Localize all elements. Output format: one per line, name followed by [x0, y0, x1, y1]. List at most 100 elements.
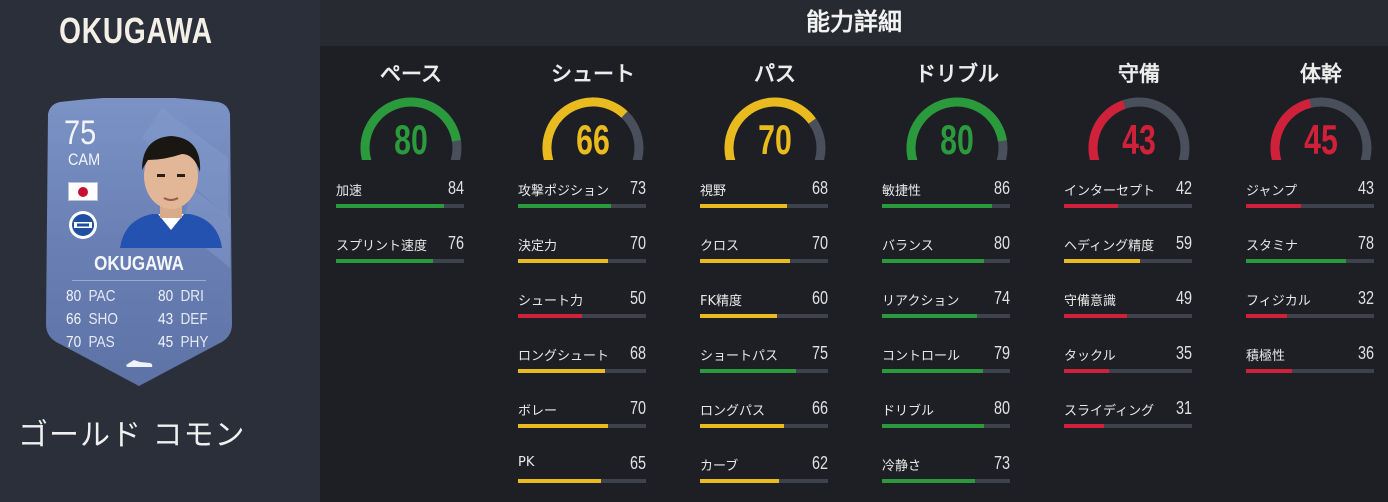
attribute-label: スタミナ	[1246, 239, 1299, 254]
category-title: ペース	[380, 62, 442, 86]
attribute-bar-track	[518, 479, 646, 483]
attribute-value: 79	[993, 343, 1010, 363]
attribute-label: ヘディング精度	[1064, 239, 1155, 254]
player-name: OKUGAWA	[59, 10, 213, 51]
attribute-bar-track	[882, 479, 1010, 483]
attribute-value: 68	[629, 343, 646, 363]
attribute-bar-track	[336, 259, 464, 263]
attribute-row: ロングパス 66	[700, 398, 830, 434]
attribute-value: 49	[1175, 288, 1192, 308]
attribute-row: クロス 70	[700, 233, 830, 269]
attribute-bar-fill	[882, 424, 985, 428]
attribute-value: 75	[811, 343, 828, 363]
attribute-bar-track	[1246, 314, 1374, 318]
category-value: 43	[1122, 116, 1156, 163]
card-position: CAM	[68, 150, 101, 169]
attribute-bar-fill	[336, 204, 444, 208]
attribute-bar-track	[700, 314, 828, 318]
category-title: ドリブル	[915, 62, 999, 86]
attribute-bar-fill	[518, 479, 602, 483]
attribute-bar-track	[1246, 369, 1374, 373]
attribute-value: 50	[629, 288, 646, 308]
attribute-value: 59	[1175, 233, 1192, 253]
attribute-row: コントロール 79	[882, 343, 1012, 379]
attribute-row: PK 65	[518, 453, 648, 489]
japan-flag-icon	[68, 182, 98, 201]
card-stat-sho: 66 SHO	[66, 311, 118, 328]
attribute-row: ボレー 70	[518, 398, 648, 434]
attribute-bar-fill	[700, 479, 780, 483]
attribute-bar-fill	[1064, 369, 1109, 373]
attribute-row: ロングシュート 68	[518, 343, 648, 379]
attribute-label: ロングパス	[700, 404, 766, 419]
attribute-bar-track	[882, 369, 1010, 373]
attribute-bar-track	[336, 204, 464, 208]
attribute-bar-fill	[882, 314, 977, 318]
category-title: 体幹	[1300, 62, 1342, 86]
attribute-bar-track	[700, 204, 828, 208]
category-value: 70	[758, 116, 792, 163]
attribute-label: 守備意識	[1064, 294, 1117, 309]
attribute-bar-fill	[882, 204, 993, 208]
attribute-value: 43	[1357, 178, 1374, 198]
player-portrait	[120, 136, 222, 248]
category-title: パス	[754, 62, 796, 86]
attribute-label: シュート力	[518, 294, 584, 309]
card-stat-phy: 45 PHY	[158, 334, 209, 351]
attribute-label: ジャンプ	[1246, 184, 1297, 199]
attribute-value: 42	[1175, 178, 1192, 198]
attribute-bar-fill	[700, 369, 796, 373]
attribute-value: 86	[993, 178, 1010, 198]
attribute-row: 視野 68	[700, 178, 830, 214]
attribute-bar-fill	[518, 259, 608, 263]
attribute-value: 68	[811, 178, 828, 198]
attribute-label: 敏捷性	[882, 184, 922, 199]
attribute-label: カーブ	[700, 459, 739, 474]
card-divider	[72, 280, 206, 281]
attribute-row: シュート力 50	[518, 288, 648, 324]
attribute-row: スプリント速度 76	[336, 233, 466, 269]
attribute-label: ロングシュート	[518, 349, 610, 364]
attribute-label: タックル	[1064, 349, 1116, 364]
attribute-bar-fill	[518, 424, 608, 428]
attribute-value: 74	[993, 288, 1010, 308]
attribute-bar-track	[518, 369, 646, 373]
attribute-row: インターセプト 42	[1064, 178, 1194, 214]
attribute-bar-track	[882, 314, 1010, 318]
attribute-bar-track	[700, 424, 828, 428]
attribute-bar-fill	[700, 314, 777, 318]
attribute-row: バランス 80	[882, 233, 1012, 269]
attribute-row: ジャンプ 43	[1246, 178, 1376, 214]
attribute-label: ショートパス	[700, 349, 779, 364]
attribute-value: 32	[1357, 288, 1374, 308]
category-value: 66	[576, 116, 610, 163]
card-rarity: ゴールド コモン	[18, 418, 246, 453]
attribute-bar-track	[1064, 424, 1192, 428]
attribute-row: 攻撃ポジション 73	[518, 178, 648, 214]
attribute-bar-fill	[1064, 314, 1127, 318]
category-value: 80	[394, 116, 428, 163]
attribute-bar-track	[882, 204, 1010, 208]
player-card[interactable]: 75 CAM OKUGAWA 80 PAC 80 DRI 66 SHO 43 D…	[42, 98, 236, 388]
attribute-bar-track	[518, 204, 646, 208]
attribute-label: PK	[518, 455, 535, 470]
card-stat-pac: 80 PAC	[66, 288, 116, 305]
attribute-value: 65	[629, 453, 646, 473]
attribute-value: 35	[1175, 343, 1192, 363]
attribute-value: 62	[811, 453, 828, 473]
attribute-bar-fill	[1064, 259, 1140, 263]
attribute-bar-fill	[1246, 204, 1302, 208]
attribute-bar-fill	[518, 204, 612, 208]
attribute-bar-fill	[882, 259, 985, 263]
attribute-row: 冷静さ 73	[882, 453, 1012, 489]
card-stat-dri: 80 DRI	[158, 288, 204, 305]
card-rating: 75	[64, 114, 97, 152]
attribute-label: スプリント速度	[336, 239, 428, 254]
attribute-label: クロス	[700, 239, 740, 254]
category-title: 守備	[1118, 62, 1160, 86]
attribute-bar-track	[882, 259, 1010, 263]
card-stat-pas: 70 PAS	[66, 334, 115, 351]
attribute-bar-fill	[1246, 369, 1293, 373]
category-title: シュート	[551, 62, 635, 86]
attribute-row: スライディング 31	[1064, 398, 1194, 434]
